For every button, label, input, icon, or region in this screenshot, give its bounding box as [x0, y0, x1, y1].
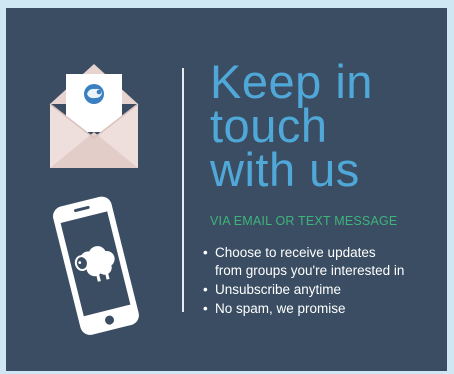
list-item: • Unsubscribe anytime	[196, 281, 446, 299]
list-item-text: No spam, we promise	[215, 301, 346, 316]
benefits-list: • Choose to receive updates from groups …	[196, 244, 446, 319]
headline: Keep in touch with us	[210, 55, 440, 196]
list-item: • Choose to receive updates from groups …	[196, 244, 446, 280]
promo-card: Keep in touch with us VIA EMAIL OR TEXT …	[6, 8, 447, 371]
headline-line-2: touch	[210, 99, 328, 152]
headline-line-3: with us	[210, 143, 360, 196]
list-item: • No spam, we promise	[196, 300, 446, 318]
envelope-open-icon	[49, 64, 139, 168]
bullet-icon: •	[203, 282, 208, 297]
smartphone-icon	[53, 196, 139, 335]
list-item-text: Unsubscribe anytime	[215, 282, 342, 297]
subheading: VIA EMAIL OR TEXT MESSAGE	[210, 214, 398, 228]
list-item-text: from groups you're interested in	[215, 263, 405, 278]
list-item-text: Choose to receive updates	[215, 245, 376, 260]
bullet-icon: •	[203, 301, 208, 316]
bullet-icon: •	[203, 245, 208, 260]
vertical-divider	[182, 68, 184, 312]
headline-line-1: Keep in	[210, 55, 373, 108]
